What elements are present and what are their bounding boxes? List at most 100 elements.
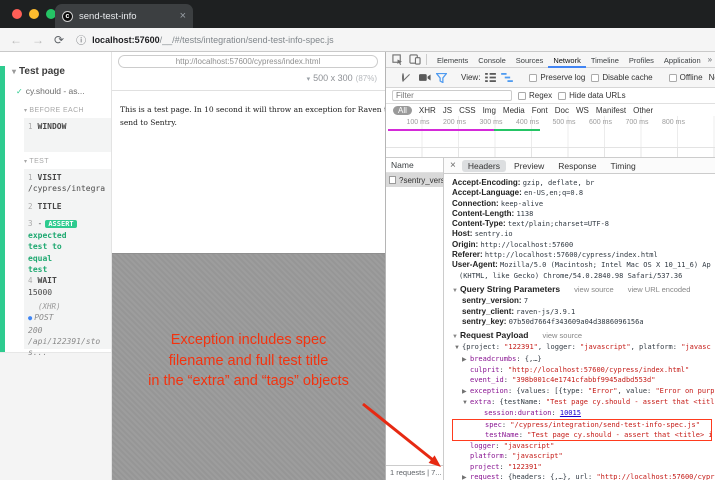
- payload-line[interactable]: culprit: "http://localhost:57600/cypress…: [452, 365, 715, 375]
- tab-console[interactable]: Console: [473, 52, 511, 68]
- payload-line[interactable]: event_id: "398b001c4e1741cfabbf9945adbd5…: [452, 375, 715, 385]
- preserve-log-checkbox[interactable]: [529, 74, 537, 82]
- payload-line[interactable]: spec: "/cypress/integration/send-test-in…: [452, 419, 712, 430]
- disable-cache-checkbox[interactable]: [591, 74, 599, 82]
- payload-line[interactable]: logger: "javascript": [452, 441, 715, 451]
- aut-url[interactable]: http://localhost:57600/cypress/index.htm…: [118, 55, 378, 68]
- filter-chip-js[interactable]: JS: [443, 106, 452, 115]
- query-string-section-header[interactable]: ▼Query String Parametersview sourceview …: [452, 284, 715, 296]
- chevron-down-icon: ▾: [12, 67, 16, 76]
- screenshot-capture-icon[interactable]: [419, 73, 431, 82]
- filter-chip-css[interactable]: CSS: [459, 106, 475, 115]
- offline-checkbox[interactable]: [669, 74, 677, 82]
- hide-data-urls-checkbox[interactable]: [558, 92, 566, 100]
- filter-chip-xhr[interactable]: XHR: [419, 106, 436, 115]
- payload-line[interactable]: ▶exception: {values: [{type: "Error", va…: [452, 386, 715, 397]
- triangle-right-icon[interactable]: ▶: [462, 355, 470, 365]
- back-icon[interactable]: ←: [10, 33, 22, 47]
- payload-line[interactable]: ▼extra: {testName: "Test page cy.should …: [452, 397, 715, 408]
- filter-chip-doc[interactable]: Doc: [555, 106, 569, 115]
- request-row[interactable]: ?sentry_vers...: [386, 173, 443, 187]
- payload-token: "javascript": [512, 452, 563, 460]
- header-line: Accept-Language: en-US,en;q=0.8: [452, 188, 715, 198]
- triangle-right-icon[interactable]: ▶: [462, 473, 470, 480]
- view-source-link[interactable]: view source: [574, 285, 614, 294]
- payload-token: :: [495, 442, 503, 450]
- assert-message: test to: [28, 241, 111, 252]
- view-list-icon[interactable]: [485, 73, 496, 82]
- payload-line[interactable]: ▼{project: "122391", logger: "javascript…: [452, 342, 715, 353]
- view-source-link[interactable]: view source: [542, 331, 582, 340]
- throttling-dropdown[interactable]: No t: [709, 73, 715, 82]
- test-title[interactable]: ✓cy.should - as...: [16, 86, 85, 96]
- triangle-down-icon[interactable]: ▼: [462, 398, 470, 408]
- test-commands: 1VISIT/cypress/integra2TITLE3-ASSERTexpe…: [24, 169, 111, 349]
- view-url-encoded-link[interactable]: view URL encoded: [628, 285, 691, 294]
- filter-chip-img[interactable]: Img: [483, 106, 496, 115]
- payload-line[interactable]: session:duration: 10015: [452, 408, 715, 418]
- filter-chip-manifest[interactable]: Manifest: [596, 106, 626, 115]
- command-row[interactable]: 1VISIT: [28, 172, 111, 183]
- suite-title[interactable]: ▾Test page: [12, 66, 65, 77]
- refresh-icon[interactable]: ⟳: [54, 33, 64, 47]
- clear-icon[interactable]: [402, 73, 404, 82]
- devtools-panel: ElementsConsoleSourcesNetworkTimelinePro…: [385, 52, 715, 480]
- waterfall-icon[interactable]: [501, 73, 513, 82]
- section-title: Query String Parameters: [460, 284, 560, 294]
- close-window-icon[interactable]: [12, 9, 22, 19]
- minimize-window-icon[interactable]: [29, 9, 39, 19]
- browser-tab[interactable]: c send-test-info ×: [55, 4, 193, 28]
- payload-token: breadcrumbs: [470, 355, 516, 363]
- header-value: sentry.io: [475, 230, 513, 238]
- filter-chip-font[interactable]: Font: [532, 106, 548, 115]
- command-row[interactable]: 2TITLE: [28, 201, 111, 212]
- filter-funnel-icon[interactable]: [436, 73, 447, 83]
- triangle-down-icon[interactable]: ▼: [454, 343, 462, 353]
- detail-tab-timing[interactable]: Timing: [605, 160, 642, 172]
- tab-close-icon[interactable]: ×: [180, 10, 186, 22]
- detail-tab-response[interactable]: Response: [552, 160, 602, 172]
- viewport-size[interactable]: ▾500 x 300(87%): [307, 73, 377, 83]
- filter-input[interactable]: [392, 90, 512, 101]
- payload-line[interactable]: ▶breadcrumbs: {,…}: [452, 354, 715, 365]
- filter-chip-ws[interactable]: WS: [576, 106, 589, 115]
- command-row[interactable]: 3-ASSERT: [28, 218, 111, 230]
- header-key: Host:: [452, 229, 472, 238]
- network-overview-timeline[interactable]: 100 ms200 ms300 ms400 ms500 ms600 ms700 …: [386, 116, 715, 148]
- command-row[interactable]: 4WAIT: [28, 275, 111, 286]
- before-each-section[interactable]: ▾BEFORE EACH: [24, 107, 84, 114]
- command-window[interactable]: 1WINDOW: [28, 121, 111, 132]
- inspect-element-icon[interactable]: [392, 54, 403, 65]
- window-controls[interactable]: [12, 9, 56, 19]
- tab-elements[interactable]: Elements: [432, 52, 473, 68]
- tab-network[interactable]: Network: [548, 52, 586, 68]
- param-key: sentry_version:: [462, 296, 522, 305]
- page-info-icon[interactable]: ⓘ: [76, 32, 86, 47]
- address-field[interactable]: localhost:57600/__/#/tests/integration/s…: [92, 35, 334, 45]
- request-payload-section-header[interactable]: ▼Request Payloadview source: [452, 330, 715, 342]
- filter-chip-media[interactable]: Media: [503, 106, 525, 115]
- device-toolbar-icon[interactable]: [409, 54, 421, 65]
- hide-data-urls-label: Hide data URLs: [569, 91, 625, 100]
- tab-application[interactable]: Application: [659, 52, 706, 68]
- payload-line[interactable]: project: "122391": [452, 462, 715, 472]
- test-section[interactable]: ▾TEST: [24, 158, 49, 165]
- regex-checkbox[interactable]: [518, 92, 526, 100]
- tab-profiles[interactable]: Profiles: [624, 52, 659, 68]
- more-tabs-icon[interactable]: »: [708, 55, 712, 64]
- name-column-header[interactable]: Name: [386, 158, 443, 173]
- detail-tab-preview[interactable]: Preview: [508, 160, 550, 172]
- payload-line[interactable]: ▶request: {headers: {,…}, url: "http://l…: [452, 472, 715, 480]
- filter-chip-other[interactable]: Other: [633, 106, 653, 115]
- tab-sources[interactable]: Sources: [511, 52, 549, 68]
- xhr-request[interactable]: ●POST: [28, 312, 111, 324]
- tab-timeline[interactable]: Timeline: [586, 52, 624, 68]
- close-detail-icon[interactable]: ×: [450, 160, 456, 171]
- page-text-line1: This is a test page. In 10 second it wil…: [120, 103, 392, 116]
- filter-chip-all[interactable]: All: [393, 106, 412, 115]
- payload-line[interactable]: platform: "javascript": [452, 451, 715, 461]
- forward-icon[interactable]: →: [32, 33, 44, 47]
- triangle-right-icon[interactable]: ▶: [462, 387, 470, 397]
- detail-tab-headers[interactable]: Headers: [462, 160, 506, 172]
- payload-line[interactable]: testName: "Test page cy.should - assert …: [452, 430, 712, 441]
